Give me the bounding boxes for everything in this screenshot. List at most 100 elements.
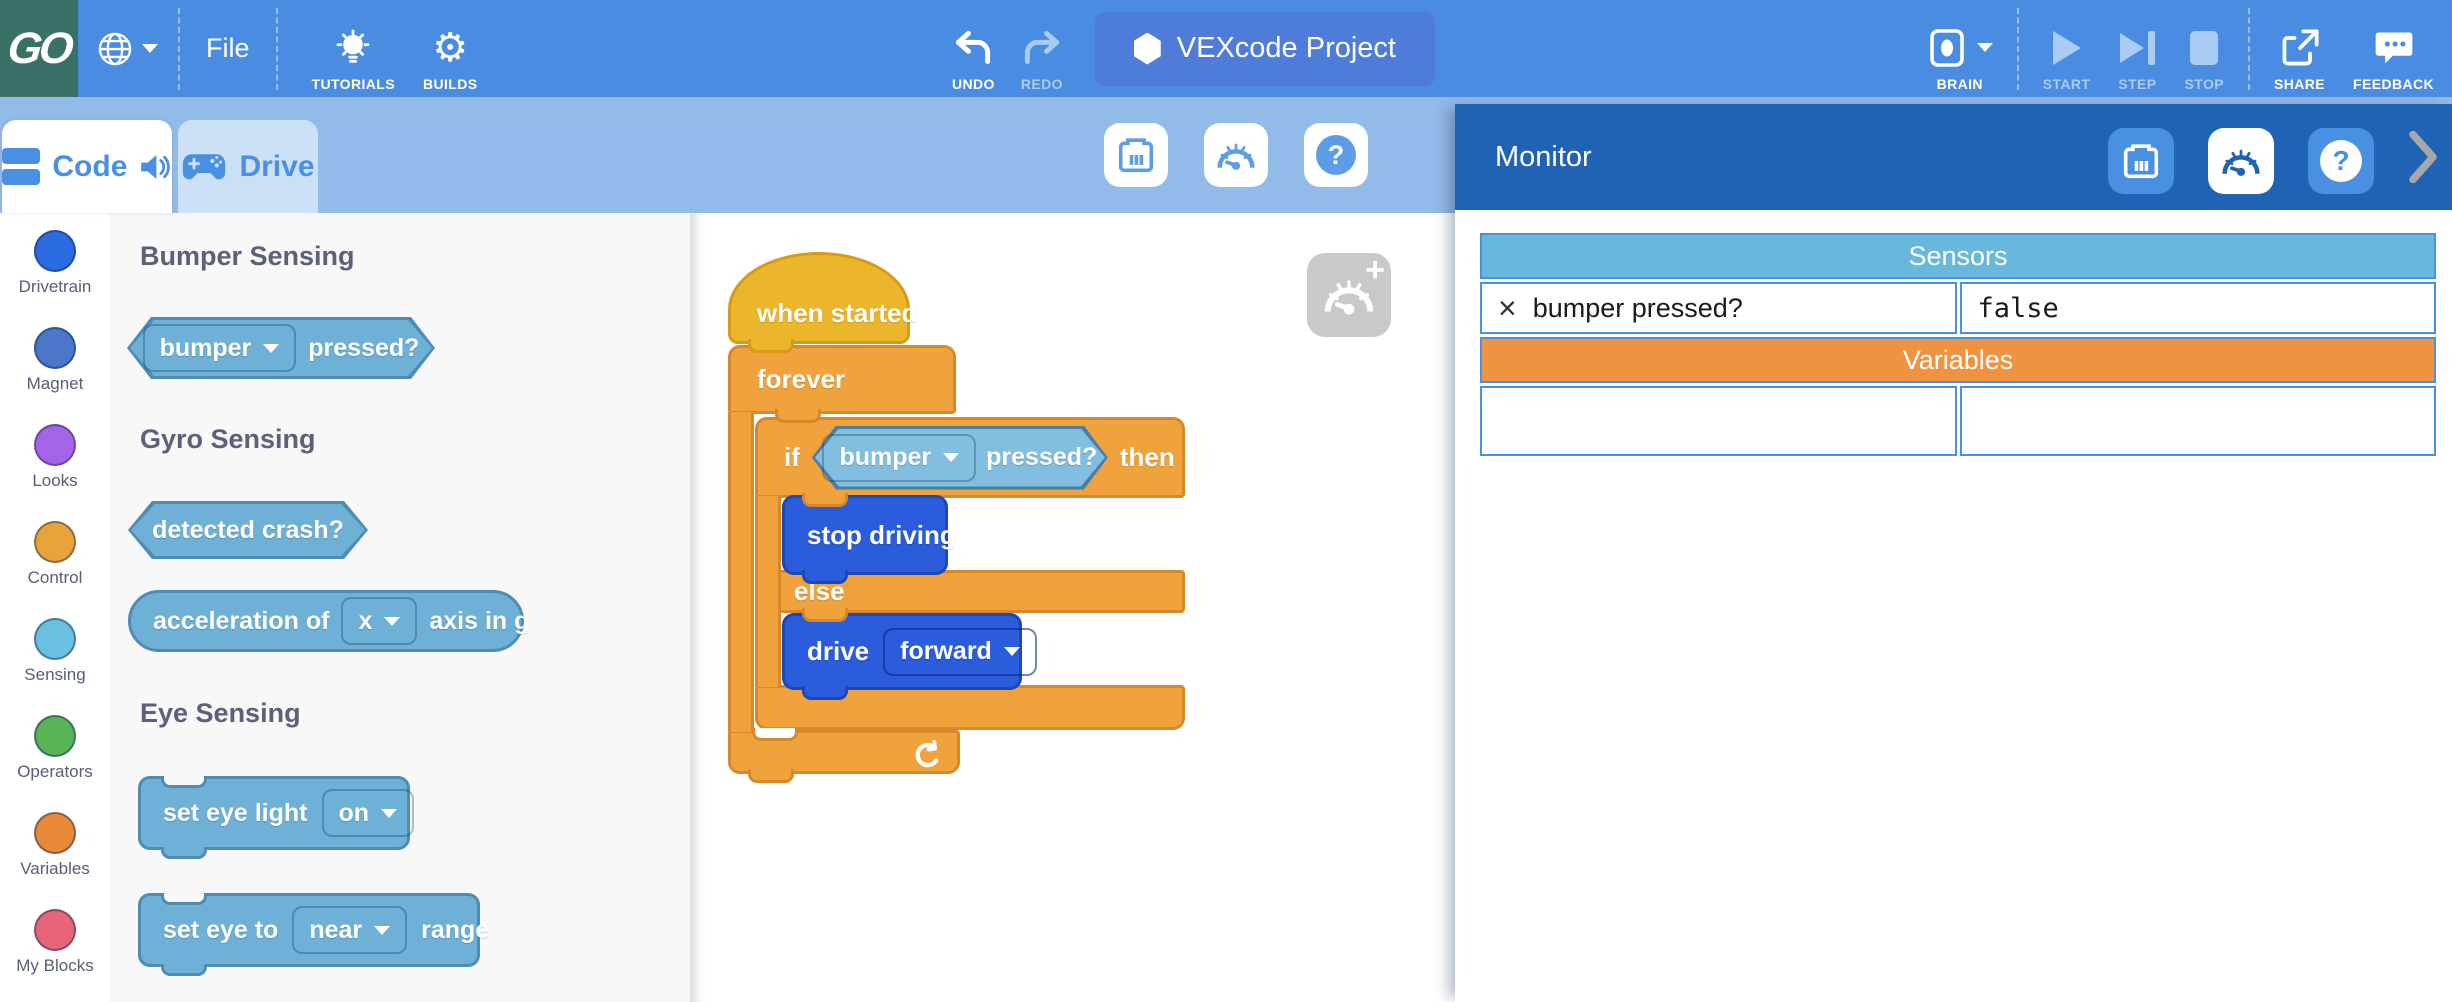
builds-button[interactable]: ⚙ BUILDS [423, 6, 478, 92]
vexcode-go-logo[interactable]: GO [0, 0, 78, 97]
plus-icon: + [1365, 251, 1385, 290]
category-control[interactable]: Control [0, 504, 110, 601]
category-color-dot [34, 715, 76, 757]
eye-range-dropdown[interactable]: near [292, 906, 407, 954]
share-button[interactable]: SHARE [2274, 6, 2325, 92]
panel-monitor-button-active[interactable] [2208, 128, 2274, 194]
block-palette: Bumper Sensing bumper pressed? Gyro Sens… [110, 213, 690, 1002]
block-bumper-pressed[interactable]: bumper pressed? [127, 317, 435, 379]
monitor-watermark-icon[interactable]: + [1307, 253, 1391, 337]
category-operators[interactable]: Operators [0, 698, 110, 795]
brain-device-icon [1118, 136, 1154, 174]
chevron-down-icon [1004, 647, 1020, 656]
device-manager-button[interactable] [1104, 123, 1168, 187]
block-detected-crash[interactable]: detected crash? [128, 501, 368, 559]
category-color-dot [34, 424, 76, 466]
sensor-row-value: false [1960, 282, 2437, 334]
globe-icon [96, 30, 134, 68]
hat-bump [748, 339, 794, 353]
block-acceleration-of-axis[interactable]: acceleration of x axis in g [128, 590, 524, 652]
category-magnet[interactable]: Magnet [0, 310, 110, 407]
else-inner-bump [802, 608, 848, 622]
category-variables[interactable]: Variables [0, 795, 110, 892]
chevron-down-icon [142, 44, 158, 53]
brain-icon [1927, 27, 1967, 69]
brain-button[interactable]: BRAIN [1927, 6, 1993, 92]
loop-arrow-icon [913, 740, 943, 770]
if-spine [755, 496, 781, 687]
category-color-dot [34, 618, 76, 660]
block-set-eye-light[interactable]: set eye light on [138, 776, 410, 850]
category-color-dot [34, 521, 76, 563]
monitor-header: Monitor ? [1455, 104, 2452, 210]
redo-icon [1022, 25, 1062, 71]
help-button[interactable]: ? [1304, 123, 1368, 187]
project-title: VEXcode Project [1177, 32, 1396, 65]
block-forever[interactable]: forever [728, 345, 956, 414]
feedback-chat-icon [2374, 25, 2414, 71]
forever-close-notch [752, 728, 798, 741]
block-bump [161, 847, 207, 859]
play-icon [2053, 25, 2081, 71]
sensor-row-name[interactable]: × bumper pressed? [1480, 282, 1957, 334]
block-set-eye-range[interactable]: set eye to near range [138, 893, 480, 967]
forever-bump [775, 409, 821, 423]
monitor-table: Sensors × bumper pressed? false Variable… [1480, 233, 2436, 456]
tutorials-button[interactable]: TUTORIALS [312, 6, 395, 92]
sensors-header: Sensors [1480, 233, 2436, 279]
remove-sensor-icon[interactable]: × [1498, 292, 1517, 324]
chevron-down-icon [384, 617, 400, 626]
toolbar-divider [2248, 8, 2250, 90]
code-canvas[interactable]: when started forever if bumper pressed? … [690, 213, 1455, 1002]
forever-close-bump [748, 769, 794, 783]
panel-help-button[interactable]: ? [2308, 128, 2374, 194]
category-drivetrain[interactable]: Drivetrain [0, 213, 110, 310]
step-button[interactable]: STEP [2118, 6, 2156, 92]
language-menu[interactable] [96, 30, 158, 68]
collapse-panel-chevron-icon[interactable] [2408, 129, 2438, 185]
bumper-select-dropdown[interactable]: bumper [143, 324, 297, 372]
top-toolbar: GO File TUTORIALS ⚙ BUILDS UNDO REDO [0, 0, 2452, 97]
block-drive-forward[interactable]: drive forward [782, 613, 1022, 690]
gamepad-icon [181, 152, 227, 182]
monitor-toggle-button[interactable] [1204, 123, 1268, 187]
code-blocks-icon [2, 147, 40, 187]
category-looks[interactable]: Looks [0, 407, 110, 504]
undo-button[interactable]: UNDO [952, 6, 995, 92]
category-my-blocks[interactable]: My Blocks [0, 892, 110, 989]
tab-code[interactable]: Code [2, 120, 172, 213]
stop-button[interactable]: STOP [2185, 6, 2224, 92]
question-icon: ? [2320, 140, 2362, 182]
block-stop-driving[interactable]: stop driving [782, 495, 948, 575]
chevron-down-icon [1977, 43, 1993, 52]
panel-device-manager-button[interactable] [2108, 128, 2174, 194]
drive-forward-bump [802, 686, 848, 700]
tab-drive[interactable]: Drive [178, 120, 318, 213]
category-color-dot [34, 230, 76, 272]
if-inner-bump [802, 493, 848, 507]
block-when-started[interactable]: when started [728, 252, 910, 344]
gauge-icon [1216, 139, 1256, 171]
toolbar-divider [276, 8, 278, 90]
logo-text: GO [5, 24, 73, 74]
category-sensing[interactable]: Sensing [0, 601, 110, 698]
start-button[interactable]: START [2043, 6, 2091, 92]
share-icon [2280, 25, 2320, 71]
axis-select-dropdown[interactable]: x [341, 597, 417, 645]
eye-light-dropdown[interactable]: on [322, 789, 415, 837]
section-header-bumper-sensing: Bumper Sensing [140, 241, 355, 272]
section-header-gyro-sensing: Gyro Sensing [140, 424, 316, 455]
project-title-button[interactable]: VEXcode Project [1095, 12, 1435, 86]
undo-icon [953, 25, 993, 71]
block-bumper-pressed-condition[interactable]: bumper pressed? [812, 426, 1108, 490]
bumper-select-dropdown[interactable]: bumper [822, 434, 976, 482]
feedback-button[interactable]: FEEDBACK [2353, 6, 2434, 92]
block-if-then[interactable]: if bumper pressed? then [755, 417, 1185, 498]
category-color-dot [34, 327, 76, 369]
monitor-body: Sensors × bumper pressed? false Variable… [1455, 210, 2452, 1002]
speaker-icon[interactable] [139, 152, 172, 182]
redo-button[interactable]: REDO [1021, 6, 1063, 92]
file-menu[interactable]: File [200, 33, 256, 64]
hexagon-icon [1134, 33, 1161, 65]
drive-direction-dropdown[interactable]: forward [883, 628, 1037, 676]
